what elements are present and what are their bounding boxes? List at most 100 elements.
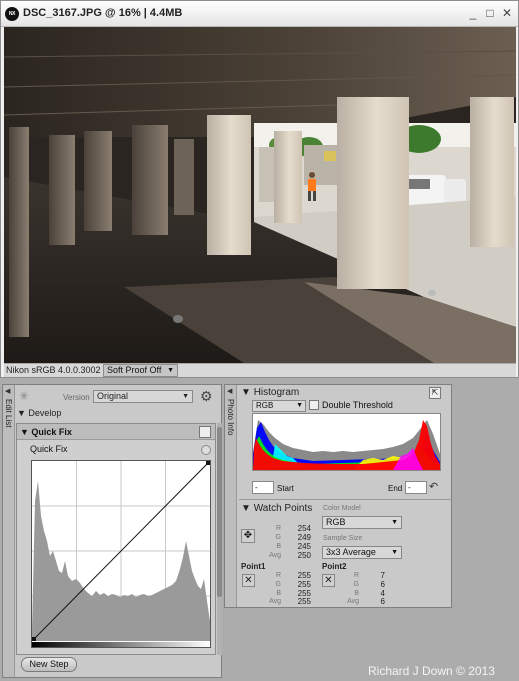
watch-points-title: Watch Points <box>253 503 313 514</box>
quick-fix-title: ▼ Quick Fix <box>20 427 72 437</box>
minimize-icon[interactable]: _ <box>466 6 480 20</box>
soft-proof-dropdown[interactable]: Soft Proof Off ▼ <box>103 364 178 377</box>
channel-label-g: G <box>275 534 281 541</box>
expand-triangle-icon: ▼ <box>241 387 254 398</box>
soft-proof-label: Soft Proof Off <box>107 365 162 375</box>
scrollbar-thumb[interactable] <box>217 427 222 597</box>
version-select[interactable]: Original ▼ <box>93 390 193 403</box>
chevron-down-icon: ▼ <box>391 519 398 526</box>
histogram-graph[interactable] <box>252 413 441 471</box>
sample-size-select[interactable]: 3x3 Average ▼ <box>322 546 402 559</box>
color-profile-label: Nikon sRGB 4.0.0.3002 <box>6 365 101 375</box>
channel-label-g: G <box>275 581 281 588</box>
expand-triangle-icon: ▼ <box>241 503 254 514</box>
channel-label-b: B <box>276 590 281 597</box>
histogram-channel-value: RGB <box>256 401 274 410</box>
channel-label-b: B <box>354 590 359 597</box>
edit-list-tab[interactable]: ◀ Edit List <box>3 385 15 677</box>
chevron-down-icon: ▼ <box>182 393 189 400</box>
current-g-value: 249 <box>297 533 311 542</box>
color-model-label: Color Model <box>323 505 361 512</box>
edit-list-panel: ◀ Edit List ✳ Version Original ▼ ⚙ ▼ Dev… <box>2 384 222 678</box>
develop-label: Develop <box>28 408 62 418</box>
channel-label-r: R <box>275 572 281 579</box>
photo-info-panel: ◀ Photo Info ▼ Histogram ⇱ RGB ▼ Double … <box>224 384 452 608</box>
double-threshold-label: Double Threshold <box>322 400 393 410</box>
quick-fix-header[interactable]: ▼ Quick Fix <box>17 424 215 440</box>
tone-curve-graph <box>32 461 210 647</box>
histogram-title: Histogram <box>253 387 300 398</box>
current-avg-value: 250 <box>297 551 311 560</box>
channel-label-avg: Avg <box>269 598 281 605</box>
image-statusbar: Nikon sRGB 4.0.0.3002 Soft Proof Off ▼ <box>4 363 516 377</box>
maximize-icon[interactable]: □ <box>483 6 497 20</box>
current-b-value: 245 <box>297 542 311 551</box>
channel-label-r: R <box>353 572 359 579</box>
image-window-titlebar[interactable]: NX DSC_3167.JPG @ 16% | 4.4MB _ □ ✕ <box>1 1 518 27</box>
auto-enhance-icon[interactable]: ✳ <box>19 389 29 403</box>
photo-info-tab-label: Photo Info <box>226 399 235 436</box>
section-divider <box>239 499 452 500</box>
chevron-down-icon: ▼ <box>167 367 174 374</box>
channel-label-g: G <box>353 581 359 588</box>
edit-list-scrollbar[interactable] <box>217 423 222 655</box>
quick-fix-radio[interactable] <box>201 445 211 455</box>
collapse-arrow-icon[interactable]: ◀ <box>5 387 10 395</box>
crosshair-icon[interactable]: ✥ <box>241 529 255 543</box>
sample-size-value: 3x3 Average <box>326 547 376 557</box>
quick-fix-step: ▼ Quick Fix Quick Fix <box>16 423 216 655</box>
point1-avg-value: 255 <box>297 597 311 606</box>
quick-fix-sublabel: Quick Fix <box>30 444 68 454</box>
watch-points-section-header[interactable]: ▼ Watch Points <box>241 503 312 514</box>
point1-r-value: 255 <box>297 571 311 580</box>
photo-canvas[interactable] <box>4 27 516 363</box>
quick-fix-enable-checkbox[interactable] <box>199 426 211 438</box>
gear-icon[interactable]: ⚙ <box>200 388 213 405</box>
channel-label-avg: Avg <box>269 552 281 559</box>
reset-icon[interactable]: ↶ <box>429 480 438 493</box>
photo-info-tab[interactable]: ◀ Photo Info <box>225 385 237 607</box>
chevron-down-icon: ▼ <box>391 549 398 556</box>
develop-section-header[interactable]: ▼ Develop <box>17 408 61 418</box>
expand-triangle-icon: ▼ <box>20 427 32 437</box>
channel-label-b: B <box>276 543 281 550</box>
channel-label-avg: Avg <box>347 598 359 605</box>
edit-list-tab-label: Edit List <box>4 399 13 428</box>
histogram-end-input[interactable]: - <box>405 481 427 494</box>
histogram-channel-select[interactable]: RGB ▼ <box>252 400 306 412</box>
channel-label-r: R <box>275 525 281 532</box>
image-window: NX DSC_3167.JPG @ 16% | 4.4MB _ □ ✕ Niko… <box>0 0 519 378</box>
window-title: DSC_3167.JPG @ 16% | 4.4MB <box>23 7 183 19</box>
quick-fix-title-text: Quick Fix <box>31 427 72 437</box>
rgb-histogram <box>253 414 440 470</box>
nx-logo-icon: NX <box>5 7 19 21</box>
histogram-start-input[interactable]: - <box>252 481 274 494</box>
export-icon[interactable]: ⇱ <box>429 387 441 399</box>
version-label: Version <box>63 393 90 402</box>
close-icon[interactable]: ✕ <box>500 6 514 20</box>
point2-r-value: 7 <box>380 571 385 580</box>
point1-g-value: 255 <box>297 580 311 589</box>
point2-g-value: 6 <box>380 580 385 589</box>
expand-triangle-icon: ▼ <box>17 408 29 418</box>
histogram-end-label: End <box>388 484 403 493</box>
color-model-select[interactable]: RGB ▼ <box>322 516 402 529</box>
delete-point1-icon[interactable]: ✕ <box>242 574 255 587</box>
new-step-button[interactable]: New Step <box>21 657 77 672</box>
collapse-arrow-icon[interactable]: ◀ <box>227 387 232 395</box>
version-value: Original <box>97 391 129 401</box>
photo-image <box>4 27 516 363</box>
sample-size-label: Sample Size <box>323 535 363 542</box>
current-r-value: 254 <box>297 524 311 533</box>
color-model-value: RGB <box>326 517 346 527</box>
histogram-start-label: Start <box>277 484 294 493</box>
point2-label: Point2 <box>322 562 347 571</box>
double-threshold-checkbox[interactable] <box>309 400 319 410</box>
chevron-down-icon: ▼ <box>296 402 303 409</box>
photographer-credit: Richard J Down © 2013 <box>368 664 495 678</box>
point2-avg-value: 6 <box>380 597 385 606</box>
tone-curve-editor[interactable] <box>31 460 211 648</box>
delete-point2-icon[interactable]: ✕ <box>322 574 335 587</box>
point1-label: Point1 <box>241 562 266 571</box>
histogram-section-header[interactable]: ▼ Histogram <box>241 387 299 398</box>
